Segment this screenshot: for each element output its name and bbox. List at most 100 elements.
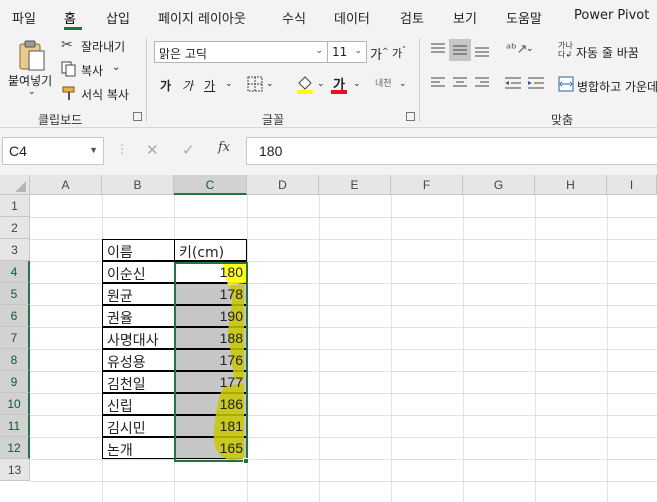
format-painter-icon[interactable]: [61, 85, 77, 101]
copy-button[interactable]: 복사: [81, 62, 103, 79]
decrease-indent-icon[interactable]: [504, 76, 522, 90]
row-header-10[interactable]: 10: [0, 393, 30, 415]
underline-button[interactable]: 가: [204, 77, 215, 94]
paste-dropdown-icon[interactable]: ⌄: [28, 87, 36, 97]
align-top-icon[interactable]: [430, 42, 446, 56]
column-header-g[interactable]: G: [463, 175, 535, 195]
cell-b7[interactable]: 사명대사: [102, 327, 175, 349]
column-header-i[interactable]: I: [607, 175, 657, 195]
row-header-6[interactable]: 6: [0, 305, 30, 327]
cell-c9-value: 177: [219, 374, 243, 390]
cell-c3[interactable]: 키(cm): [174, 239, 247, 261]
tab-review[interactable]: 검토: [400, 8, 424, 27]
format-painter-button[interactable]: 서식 복사: [81, 86, 129, 103]
cell-b9[interactable]: 김천일: [102, 371, 175, 393]
column-header-a[interactable]: A: [30, 175, 102, 195]
fill-handle[interactable]: [243, 458, 249, 464]
font-size-select[interactable]: 11 ⌄: [327, 41, 367, 63]
name-box[interactable]: C4 ▼: [2, 137, 104, 165]
phonetic-dropdown-icon[interactable]: ⌄: [399, 79, 407, 89]
merge-center-button[interactable]: 병합하고 가운데: [577, 78, 657, 95]
formula-value: 180: [259, 143, 283, 159]
column-header-h[interactable]: H: [535, 175, 607, 195]
row-header-13[interactable]: 13: [0, 459, 30, 481]
select-all-corner[interactable]: [0, 175, 30, 195]
font-name-dropdown-icon[interactable]: ⌄: [315, 46, 323, 56]
borders-icon[interactable]: [247, 76, 263, 92]
tab-formulas[interactable]: 수식: [282, 8, 306, 27]
decrease-font-size-icon[interactable]: 가˅: [392, 45, 406, 61]
row-header-11[interactable]: 11: [0, 415, 30, 437]
fill-color-dropdown-icon[interactable]: ⌄: [317, 79, 325, 89]
fill-color-icon[interactable]: [296, 74, 314, 94]
cell-b5[interactable]: 원균: [102, 283, 175, 305]
orientation-dropdown-icon[interactable]: ⌄: [526, 44, 534, 54]
align-left-icon[interactable]: [430, 76, 446, 90]
copy-dropdown-icon[interactable]: ⌄: [112, 62, 120, 73]
clipboard-group-label: 클립보드: [38, 113, 83, 127]
align-right-icon[interactable]: [474, 76, 490, 90]
row-header-2[interactable]: 2: [0, 217, 30, 239]
row-header-8[interactable]: 8: [0, 349, 30, 371]
cancel-icon[interactable]: ✕: [146, 141, 159, 159]
column-header-b[interactable]: B: [102, 175, 174, 195]
clipboard-launcher-icon[interactable]: [133, 112, 142, 121]
orientation-icon[interactable]: ᵃᵇ↗: [506, 42, 528, 57]
align-center-icon[interactable]: [452, 76, 468, 90]
cell-b4[interactable]: 이순신: [102, 261, 175, 283]
underline-dropdown-icon[interactable]: ⌄: [225, 79, 233, 89]
row-header-12[interactable]: 12: [0, 437, 30, 459]
italic-button[interactable]: 가: [182, 77, 193, 94]
cell-b11[interactable]: 김시민: [102, 415, 175, 437]
wrap-text-button[interactable]: 자동 줄 바꿈: [576, 44, 639, 61]
copy-icon[interactable]: [61, 61, 77, 77]
increase-font-size-icon[interactable]: 가^: [370, 44, 389, 63]
bold-button[interactable]: 가: [160, 77, 171, 94]
font-size-dropdown-icon[interactable]: ⌄: [354, 46, 362, 56]
cell-c4-value: 180: [219, 264, 243, 280]
align-bottom-icon[interactable]: [474, 44, 490, 58]
cell-b8[interactable]: 유성용: [102, 349, 175, 371]
tab-page-layout[interactable]: 페이지 레이아웃: [158, 8, 246, 27]
increase-indent-icon[interactable]: [527, 76, 545, 90]
tab-help[interactable]: 도움말: [506, 8, 542, 27]
tab-insert[interactable]: 삽입: [106, 8, 130, 27]
tab-view[interactable]: 보기: [453, 8, 477, 27]
cell-b3[interactable]: 이름: [102, 239, 175, 261]
tab-data[interactable]: 데이터: [334, 8, 370, 27]
row-header-4[interactable]: 4: [0, 261, 30, 283]
column-header-d[interactable]: D: [247, 175, 319, 195]
row-header-3[interactable]: 3: [0, 239, 30, 261]
align-middle-icon[interactable]: [452, 43, 468, 57]
column-header-c[interactable]: C: [174, 175, 247, 195]
wrap-text-icon[interactable]: 가나 다↲: [558, 41, 573, 59]
column-header-e[interactable]: E: [319, 175, 391, 195]
insert-function-button[interactable]: fx: [218, 140, 230, 155]
tab-power-pivot[interactable]: Power Pivot: [574, 8, 649, 23]
phonetic-guide-button[interactable]: 내천: [375, 76, 392, 89]
formula-input[interactable]: 180: [246, 137, 657, 165]
cell-b6[interactable]: 권율: [102, 305, 175, 327]
tab-home[interactable]: 홈: [64, 8, 76, 27]
worksheet-grid[interactable]: A B C D E F G H I 1 2 3 4 5 6 7 8 9 10 1…: [0, 175, 657, 502]
formula-bar-grip-icon[interactable]: ⋮: [116, 142, 128, 156]
cell-b12[interactable]: 논개: [102, 437, 175, 459]
tab-file[interactable]: 파일: [12, 8, 36, 27]
merge-center-icon[interactable]: [558, 76, 574, 92]
font-color-dropdown-icon[interactable]: ⌄: [353, 79, 361, 89]
paste-icon[interactable]: [17, 40, 47, 72]
enter-icon[interactable]: ✓: [182, 141, 195, 159]
row-header-7[interactable]: 7: [0, 327, 30, 349]
font-launcher-icon[interactable]: [406, 112, 415, 121]
cut-icon[interactable]: ✂: [61, 37, 73, 53]
font-name-select[interactable]: 맑은 고딕 ⌄: [154, 41, 328, 63]
row-header-1[interactable]: 1: [0, 195, 30, 217]
borders-dropdown-icon[interactable]: ⌄: [266, 79, 274, 89]
cell-b10[interactable]: 신립: [102, 393, 175, 415]
group-separator: [146, 38, 147, 122]
cut-button[interactable]: 잘라내기: [81, 38, 125, 55]
row-header-9[interactable]: 9: [0, 371, 30, 393]
column-header-f[interactable]: F: [391, 175, 463, 195]
row-header-5[interactable]: 5: [0, 283, 30, 305]
name-box-dropdown-icon[interactable]: ▼: [89, 145, 98, 155]
